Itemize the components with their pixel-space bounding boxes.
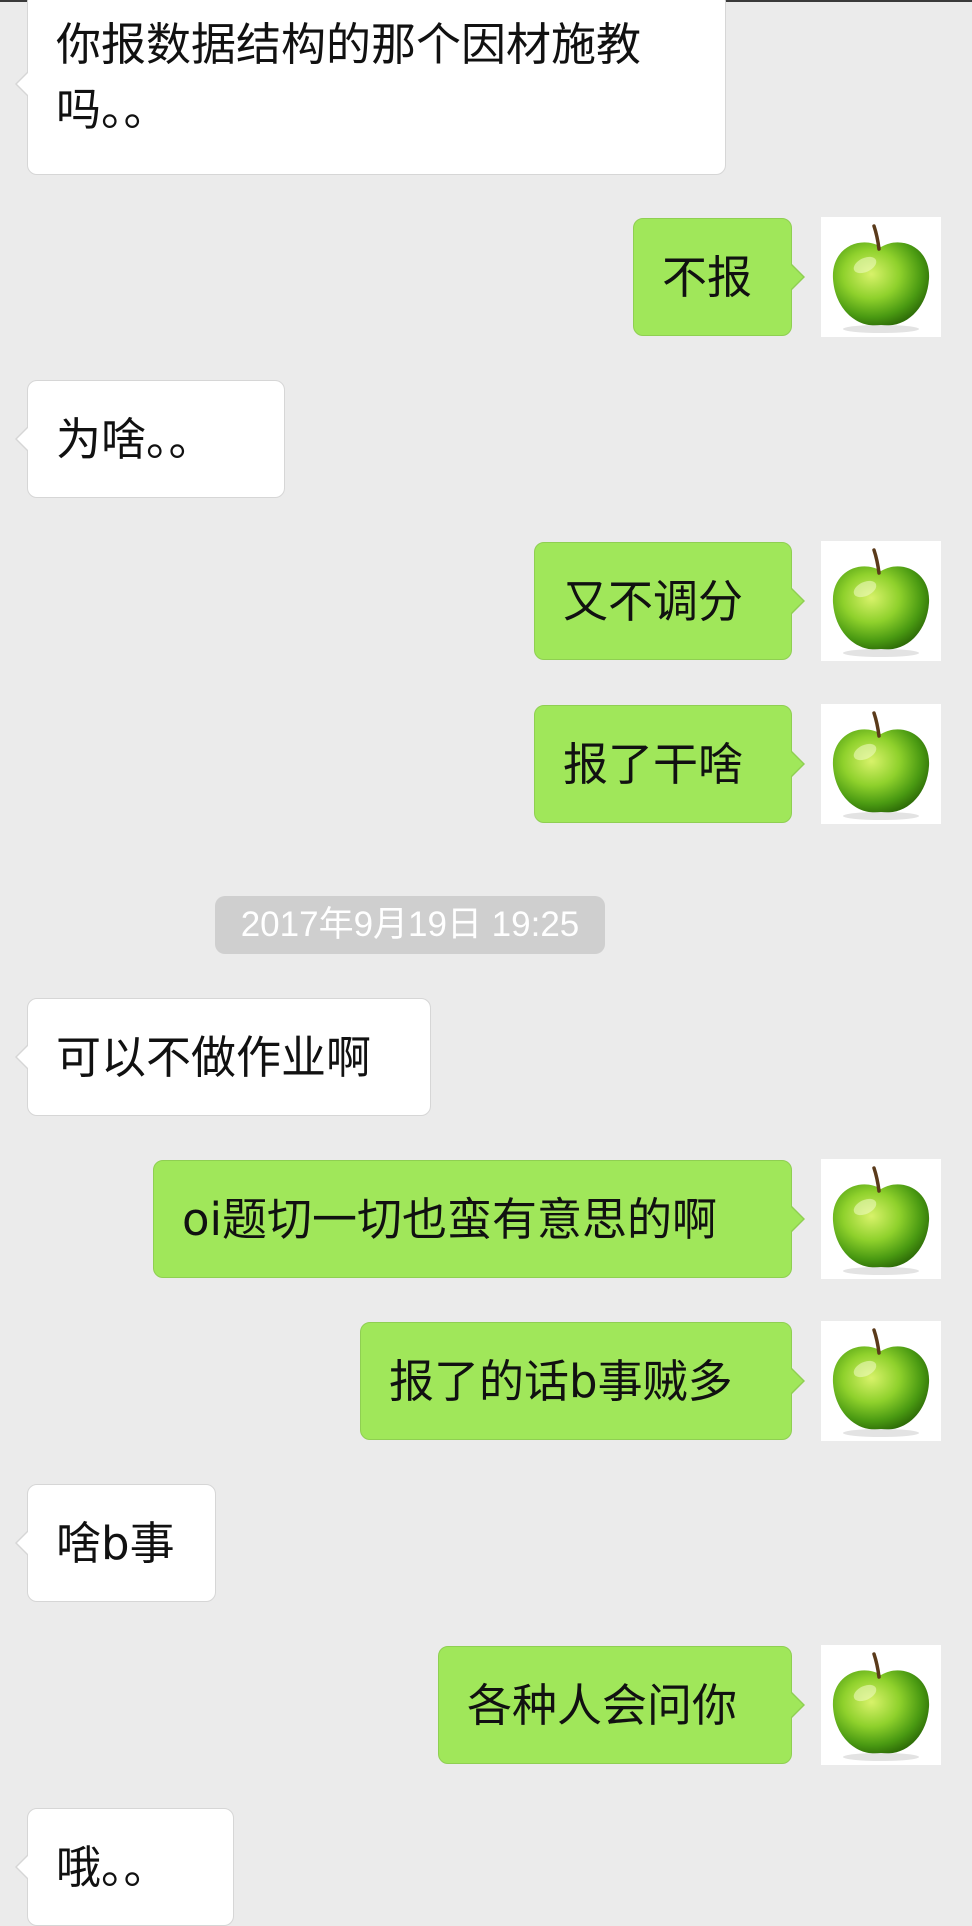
- message-text: 可以不做作业啊: [56, 1031, 372, 1084]
- outgoing-message-bubble[interactable]: 报了干啥: [534, 705, 805, 823]
- message-text: 又不调分: [563, 575, 744, 628]
- incoming-message-bubble[interactable]: 哦。。: [15, 1808, 234, 1926]
- outgoing-message-bubble[interactable]: 各种人会问你: [438, 1646, 805, 1764]
- message-text: 不报: [662, 251, 753, 304]
- green-apple-icon[interactable]: [821, 704, 941, 824]
- message-text: 报了干啥: [563, 738, 744, 791]
- timestamp-divider: 2017年9月19日 19:25: [215, 896, 605, 954]
- green-apple-icon[interactable]: [821, 217, 941, 337]
- message-text: 各种人会问你: [467, 1679, 738, 1732]
- incoming-message-bubble[interactable]: 你报数据结构的那个因材施教 吗。。: [15, 0, 726, 175]
- message-text: 你报数据结构的那个因材施教: [56, 18, 642, 71]
- incoming-message-bubble[interactable]: 为啥。。: [15, 380, 285, 498]
- message-text: oi题切一切也蛮有意思的啊: [182, 1193, 718, 1246]
- outgoing-message-bubble[interactable]: 又不调分: [534, 542, 805, 660]
- message-text: 啥b事: [56, 1517, 175, 1570]
- message-text: 报了的话b事贼多: [389, 1355, 733, 1408]
- green-apple-icon[interactable]: [821, 541, 941, 661]
- message-text: 吗。。: [56, 83, 169, 136]
- outgoing-message-bubble[interactable]: 报了的话b事贼多: [360, 1322, 805, 1440]
- green-apple-icon[interactable]: [821, 1159, 941, 1279]
- green-apple-icon[interactable]: [821, 1321, 941, 1441]
- incoming-message-bubble[interactable]: 啥b事: [15, 1484, 216, 1602]
- incoming-message-bubble[interactable]: 可以不做作业啊: [15, 998, 431, 1116]
- green-apple-icon[interactable]: [821, 1645, 941, 1765]
- message-text: 为啥。。: [56, 413, 214, 466]
- chat-message-list[interactable]: 你报数据结构的那个因材施教 吗。。 不报 为啥。。 又不调分 报了干啥 2017…: [0, 0, 972, 1926]
- message-text: 哦。。: [56, 1841, 169, 1894]
- outgoing-message-bubble[interactable]: oi题切一切也蛮有意思的啊: [153, 1160, 805, 1278]
- outgoing-message-bubble[interactable]: 不报: [633, 218, 805, 336]
